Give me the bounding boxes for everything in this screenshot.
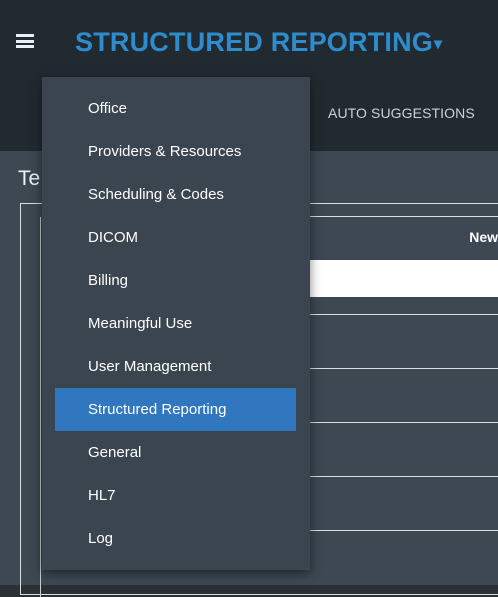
divider [300,476,498,477]
menu-item-meaningful-use[interactable]: Meaningful Use [55,302,296,345]
menu-item-log[interactable]: Log [55,517,296,560]
menu-item-hl7[interactable]: HL7 [55,474,296,517]
hamburger-menu-icon[interactable] [16,34,34,48]
column-header-new: New [469,229,498,245]
menu-item-structured-reporting[interactable]: Structured Reporting [55,388,296,431]
divider [300,216,498,217]
divider [300,314,498,315]
divider [300,368,498,369]
menu-item-billing[interactable]: Billing [55,259,296,302]
tab-auto-suggestions[interactable]: AUTO SUGGESTIONS [328,105,475,121]
page-title: Te [18,167,41,190]
divider [300,530,498,531]
menu-item-scheduling-codes[interactable]: Scheduling & Codes [55,173,296,216]
menu-item-dicom[interactable]: DICOM [55,216,296,259]
chevron-down-icon: ▾ [434,35,443,53]
menu-item-user-management[interactable]: User Management [55,345,296,388]
app-dropdown-menu: Office Providers & Resources Scheduling … [42,77,310,570]
divider [300,422,498,423]
menu-item-general[interactable]: General [55,431,296,474]
new-value-input[interactable] [296,260,498,297]
app-title-text: STRUCTURED REPORTING [75,27,434,57]
app-title-dropdown[interactable]: STRUCTURED REPORTING▾ [75,27,442,58]
menu-item-providers-resources[interactable]: Providers & Resources [55,130,296,173]
top-navbar: STRUCTURED REPORTING▾ [0,0,498,85]
menu-item-office[interactable]: Office [55,87,296,130]
